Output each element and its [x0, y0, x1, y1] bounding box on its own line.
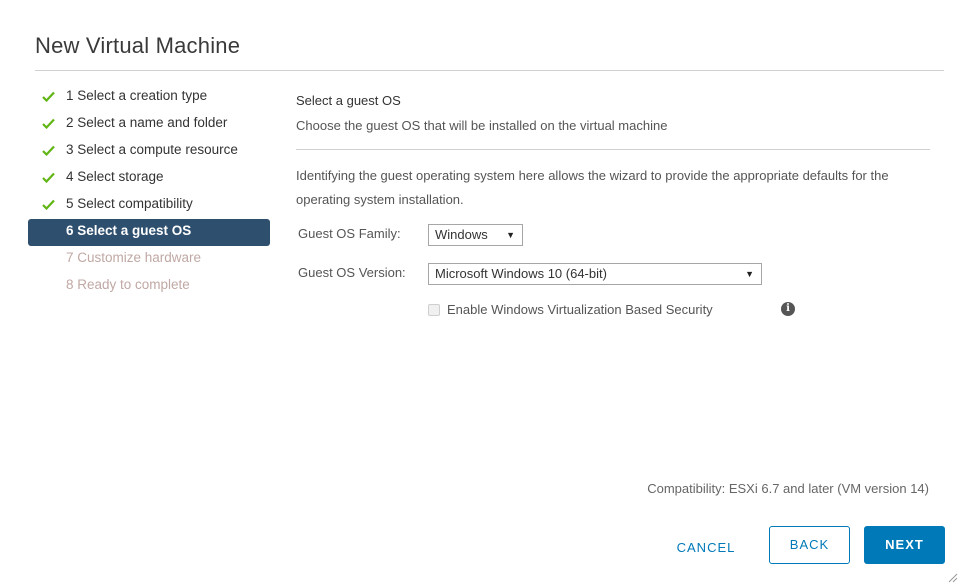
guest-os-version-label: Guest OS Version: — [298, 265, 406, 280]
guest-os-version-select[interactable]: Microsoft Windows 10 (64-bit) ▼ — [428, 263, 762, 285]
step-8: 8 Ready to complete — [32, 273, 274, 300]
check-icon — [40, 165, 56, 189]
step-3[interactable]: 3 Select a compute resource — [32, 138, 274, 165]
main-panel: Select a guest OS Choose the guest OS th… — [296, 84, 930, 212]
step-label: 3 Select a compute resource — [66, 142, 238, 157]
step-label: 4 Select storage — [66, 169, 164, 184]
compatibility-text: Compatibility: ESXi 6.7 and later (VM ve… — [647, 481, 929, 496]
section-divider — [296, 149, 930, 150]
step-label: 2 Select a name and folder — [66, 115, 228, 130]
wizard-steps: 1 Select a creation type 2 Select a name… — [28, 84, 274, 300]
section-heading: Select a guest OS — [296, 93, 401, 108]
vbs-checkbox[interactable] — [428, 304, 440, 316]
step-label: 8 Ready to complete — [66, 277, 190, 292]
vbs-checkbox-label: Enable Windows Virtualization Based Secu… — [447, 302, 713, 317]
cancel-button[interactable]: CANCEL — [666, 529, 746, 567]
check-icon — [40, 111, 56, 135]
check-icon — [40, 84, 56, 108]
check-icon — [40, 138, 56, 162]
info-icon[interactable]: i — [781, 302, 795, 316]
back-button[interactable]: BACK — [769, 526, 850, 564]
dialog-title: New Virtual Machine — [35, 33, 241, 58]
step-7: 7 Customize hardware — [32, 246, 274, 273]
next-button[interactable]: NEXT — [864, 526, 945, 564]
guest-os-version-value: Microsoft Windows 10 (64-bit) — [435, 266, 607, 281]
step-5[interactable]: 5 Select compatibility — [32, 192, 274, 219]
step-2[interactable]: 2 Select a name and folder — [32, 111, 274, 138]
step-4[interactable]: 4 Select storage — [32, 165, 274, 192]
guest-os-family-value: Windows — [435, 227, 488, 242]
step-label: 5 Select compatibility — [66, 196, 193, 211]
step-label: 7 Customize hardware — [66, 250, 202, 265]
step-1[interactable]: 1 Select a creation type — [32, 84, 274, 111]
caret-down-icon: ▼ — [506, 230, 515, 240]
check-icon — [40, 192, 56, 216]
step-label: 6 Select a guest OS — [66, 223, 192, 238]
section-subheading: Choose the guest OS that will be install… — [296, 118, 668, 133]
resize-grip-icon[interactable] — [948, 573, 958, 583]
guest-os-family-select[interactable]: Windows ▼ — [428, 224, 523, 246]
guest-os-family-label: Guest OS Family: — [298, 226, 401, 241]
step-label: 1 Select a creation type — [66, 88, 208, 103]
caret-down-icon: ▼ — [745, 269, 754, 279]
title-divider — [35, 70, 944, 71]
section-description: Identifying the guest operating system h… — [296, 168, 889, 207]
step-6-active[interactable]: 6 Select a guest OS — [28, 219, 270, 246]
